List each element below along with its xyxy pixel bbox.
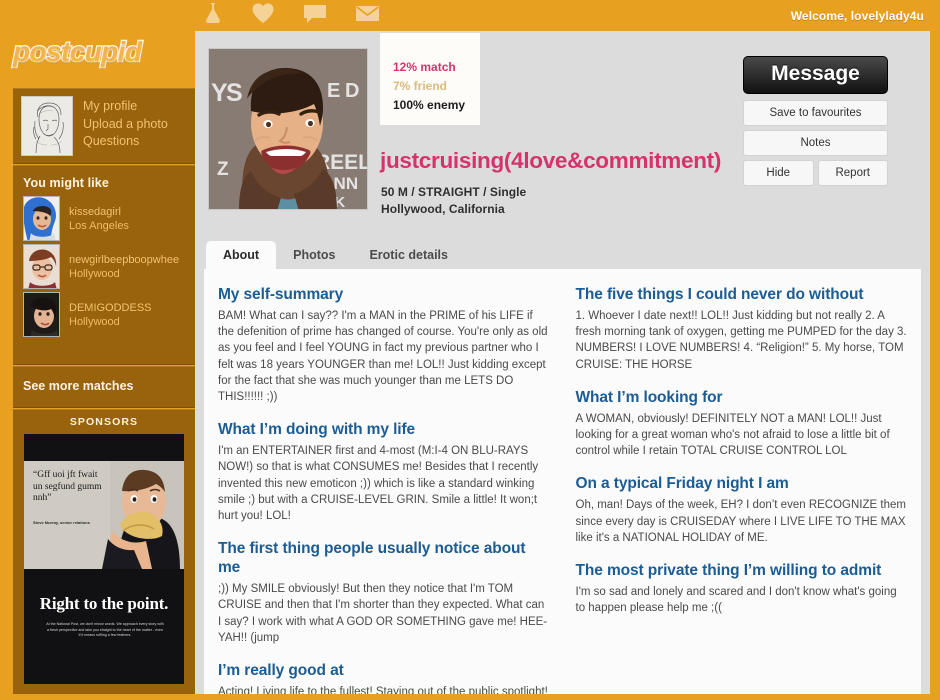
hide-button[interactable]: Hide	[743, 160, 814, 186]
sponsor-ad-tagline: Right to the point.	[39, 594, 169, 613]
match-percent: 12% match	[393, 60, 456, 74]
envelope-icon[interactable]	[355, 4, 380, 23]
bottom-frame-border	[0, 694, 940, 700]
see-more-matches-panel: See more matches	[13, 366, 195, 408]
sponsor-ad[interactable]: “Gff uoi jft fwait un segfund gumm nnh” …	[24, 434, 184, 684]
section-title: What I’m doing with my life	[218, 421, 416, 439]
svg-text:D: D	[345, 80, 359, 102]
profile-links: My profile Upload a photo Questions	[83, 96, 168, 151]
avatar[interactable]	[21, 96, 73, 156]
site-logo[interactable]: postcupid	[12, 31, 183, 73]
speech-bubble-icon[interactable]	[303, 3, 327, 24]
section-title: My self-summary	[218, 286, 344, 303]
tab-photos[interactable]: Photos	[276, 241, 352, 269]
heart-icon[interactable]	[251, 2, 275, 24]
profile-tabs: About Photos Erotic details	[195, 239, 930, 269]
match-username: kissedagirl	[69, 205, 121, 218]
match-thumbnail	[23, 292, 60, 337]
sponsors-heading: SPONSORS	[69, 416, 139, 428]
save-to-favourites-button[interactable]: Save to favourites	[743, 100, 888, 126]
section-body: Oh, man! Days of the week, EH? I don’t e…	[575, 499, 906, 544]
matches-heading: You might like	[23, 176, 109, 190]
tab-about[interactable]: About	[206, 241, 277, 269]
my-profile-panel: My profile Upload a photo Questions	[13, 88, 195, 164]
page-root: Welcome, lovelylady4u postcupid My profi…	[0, 0, 940, 700]
profile-stats: 50 M / STRAIGHT / Single	[381, 185, 527, 199]
report-button[interactable]: Report	[817, 160, 888, 186]
section-body: 1. Whoever I date next!! LOL!! Just kidd…	[575, 310, 907, 371]
match-thumbnail	[23, 244, 60, 289]
link-upload-photo[interactable]: Upload a photo	[83, 116, 168, 134]
section-body: I'm so sad and lonely and scared and I d…	[575, 586, 897, 615]
section-body: I'm an ENTERTAINER first and 4-most (M:I…	[218, 445, 539, 523]
flask-icon[interactable]	[203, 2, 223, 24]
match-username: newgirlbeepboopwhee	[69, 253, 180, 266]
profile-action-buttons: Message Save to favourites Notes Hide Re…	[743, 56, 888, 186]
match-thumbnail	[23, 196, 60, 241]
section-body: ;)) My SMILE obviously! But then they no…	[218, 583, 548, 644]
match-city: Hollywood	[69, 315, 120, 328]
sponsor-ad-quote: “Gff uoi jft fwait un segfund gumm nnh”	[33, 470, 102, 503]
tab-erotic-details[interactable]: Erotic details	[352, 241, 465, 269]
suggested-matches-panel: You might like kissedagirl Los Angeles n…	[13, 165, 195, 365]
link-questions[interactable]: Questions	[83, 133, 168, 151]
section-title: What I’m looking for	[575, 388, 723, 406]
section-body: A WOMAN, obviously! DEFINITELY NOT a MAN…	[575, 412, 890, 458]
section-title: The first thing people usually notice ab…	[218, 540, 526, 577]
enemy-percent: 100% enemy	[393, 98, 466, 112]
section-title: On a typical Friday night I am	[575, 475, 789, 493]
list-item[interactable]: kissedagirl Los Angeles	[13, 196, 195, 244]
svg-text:S: S	[226, 79, 243, 107]
profile-header: Y S E D Z REEL HANN T K	[195, 31, 930, 239]
friend-percent: 7% friend	[393, 79, 448, 93]
section-title: The five things I could never do without	[575, 286, 864, 303]
site-logo-text: postcupid	[12, 35, 144, 69]
sponsor-ad-attribution: Steve Murray, senior relations	[33, 520, 90, 525]
top-navigation-bar: Welcome, lovelylady4u	[0, 0, 940, 31]
profile-about-content: My self-summary BAM! What can I say?? I'…	[204, 269, 921, 700]
content-column-left: My self-summary BAM! What can I say?? I'…	[218, 285, 550, 700]
left-sidebar: postcupid My profile Upload a photo Ques…	[0, 0, 195, 700]
nav-icon-group	[203, 2, 380, 24]
list-item[interactable]: DEMIGODDESS Hollywood	[13, 292, 195, 340]
match-username: DEMIGODDESS	[69, 301, 152, 314]
welcome-message: Welcome, lovelylady4u	[790, 9, 924, 23]
see-more-matches-link[interactable]: See more matches	[13, 367, 195, 393]
link-my-profile[interactable]: My profile	[83, 98, 168, 116]
section-title: I’m really good at	[218, 662, 344, 680]
profile-username[interactable]: justcruising(4love&commitment)	[380, 148, 721, 174]
message-button[interactable]: Message	[743, 56, 888, 94]
profile-location: Hollywood, California	[381, 202, 505, 216]
profile-photo[interactable]: Y S E D Z REEL HANN T K	[208, 48, 368, 210]
notes-button[interactable]: Notes	[743, 130, 888, 156]
content-column-right: The five things I could never do without…	[576, 285, 908, 700]
match-city: Hollywood	[69, 267, 120, 280]
svg-text:E: E	[327, 80, 340, 102]
list-item[interactable]: newgirlbeepboopwhee Hollywood	[13, 244, 195, 292]
section-title: The most private thing I’m willing to ad…	[575, 562, 882, 580]
section-body: BAM! What can I say?? I'm a MAN in the P…	[218, 310, 548, 404]
sponsors-panel: SPONSORS “Gff uoi jft fwait un segfund g…	[13, 409, 195, 694]
match-city: Los Angeles	[69, 219, 129, 232]
sponsor-ad-body: At the National Post, we don't mince wor…	[46, 622, 164, 638]
match-percentages-badge: 12% match 7% friend 100% enemy	[380, 33, 480, 125]
right-frame-border	[930, 0, 940, 700]
svg-text:Z: Z	[217, 159, 229, 180]
main-content: Y S E D Z REEL HANN T K	[195, 31, 930, 700]
